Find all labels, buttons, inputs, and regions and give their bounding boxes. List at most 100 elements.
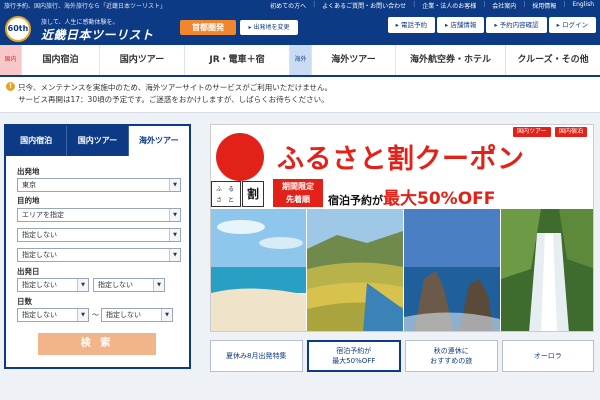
tile-label: 秋の連休におすすめの旅 bbox=[430, 346, 472, 366]
nav-overseas-tour[interactable]: 海外ツアー bbox=[312, 45, 396, 75]
tile-line-1: 秋の連休に bbox=[433, 347, 469, 355]
nav-overseas-air-hotel[interactable]: 海外航空券・ホテル bbox=[396, 45, 506, 75]
tab-overseas-tour[interactable]: 海外ツアー bbox=[128, 126, 189, 156]
domestic-tag: 国内 bbox=[0, 45, 22, 75]
tile-summer-feature[interactable]: 夏休み8月出発特集 bbox=[210, 340, 303, 372]
tile-label: オーロラ bbox=[533, 352, 562, 360]
phone-booking-link[interactable]: ▸ 電話予約 bbox=[387, 17, 435, 33]
furu-char-4: と bbox=[228, 197, 235, 204]
nav-cruise[interactable]: クルーズ・その他 bbox=[506, 45, 600, 75]
beach-sand bbox=[211, 288, 306, 331]
nav-domestic-stay[interactable]: 国内宿泊 bbox=[22, 45, 100, 75]
beach-cloud bbox=[217, 220, 265, 234]
phone-booking-label: 電話予約 bbox=[400, 21, 427, 29]
booking-check-label: 予約内容確認 bbox=[499, 21, 539, 29]
login-label: ログイン bbox=[562, 21, 588, 29]
offer-text: 宿泊予約が最大50%OFF bbox=[328, 184, 495, 209]
tile-stay-discount[interactable]: 宿泊予約が最大50%OFF bbox=[306, 340, 401, 372]
furusato-mark: ふ る さ と bbox=[211, 181, 241, 207]
destination-label: 目的地 bbox=[17, 196, 40, 205]
days-to-select[interactable]: 指定しない ▼ bbox=[101, 308, 173, 322]
search-panel: 国内宿泊 国内ツアー 海外ツアー 出発地 東京 ▼ 目的地 エリアを指定 ▼ 指定し… bbox=[4, 124, 191, 369]
tile-line-2: おすすめの旅 bbox=[430, 357, 473, 365]
company-link[interactable]: 会社案内 bbox=[492, 1, 516, 10]
promo-banner[interactable]: 国内ツアー 国内宿泊 ふるさと割クーポン ふ る さ と 割 期間限定 先着順 … bbox=[210, 124, 594, 332]
first-time-link[interactable]: 初めての方へ bbox=[270, 1, 306, 10]
chevron-down-icon: ▼ bbox=[77, 309, 88, 321]
search-button[interactable]: 検 索 bbox=[38, 333, 156, 355]
coast-sky bbox=[404, 209, 500, 269]
furu-char-3: さ bbox=[216, 197, 223, 204]
separator: | bbox=[483, 1, 486, 8]
departure-value: 東京 bbox=[22, 181, 36, 189]
chevron-down-icon: ▼ bbox=[161, 309, 172, 321]
chevron-down-icon: ▼ bbox=[169, 209, 180, 221]
english-link[interactable]: English bbox=[572, 1, 594, 10]
recruit-link[interactable]: 採用情報 bbox=[532, 1, 556, 10]
area-value: エリアを指定 bbox=[22, 211, 64, 219]
furu-char-2: る bbox=[228, 186, 235, 193]
separator: | bbox=[523, 1, 526, 8]
tile-line-2: 最大50%OFF bbox=[332, 357, 376, 365]
chevron-down-icon: ▼ bbox=[169, 179, 180, 191]
days-to-value: 指定しない bbox=[106, 311, 141, 319]
booking-check-link[interactable]: ▸ 予約内容確認 bbox=[486, 17, 547, 33]
tile-aurora[interactable]: オーロラ bbox=[501, 340, 594, 372]
terraced-fields-photo bbox=[307, 209, 403, 331]
tile-autumn-holiday[interactable]: 秋の連休におすすめの旅 bbox=[405, 340, 498, 372]
area-select[interactable]: エリアを指定 ▼ bbox=[17, 208, 181, 222]
departure-select[interactable]: 東京 ▼ bbox=[17, 178, 181, 192]
nav-domestic-tour[interactable]: 国内ツアー bbox=[100, 45, 185, 75]
tab-domestic-stay[interactable]: 国内宿泊 bbox=[6, 126, 68, 156]
separator: | bbox=[413, 1, 416, 8]
store-info-link[interactable]: ▸ 店舗情報 bbox=[436, 17, 485, 33]
banner-tag-domestic-tour: 国内ツアー bbox=[513, 127, 551, 137]
limited-line-2: 先着順 bbox=[286, 195, 310, 204]
tile-line-1: 宿泊予約が bbox=[336, 347, 372, 355]
limited-line-1: 期間限定 bbox=[282, 182, 314, 191]
chevron-down-icon: ▼ bbox=[153, 279, 164, 291]
region-change-label: 出発地を変更 bbox=[253, 24, 290, 31]
limited-badge: 期間限定 先着順 bbox=[273, 179, 323, 207]
rising-sun-icon bbox=[216, 133, 264, 181]
tab-domestic-tour[interactable]: 国内ツアー bbox=[67, 126, 129, 156]
date-month-select[interactable]: 指定しない ▼ bbox=[17, 278, 89, 292]
corporate-link[interactable]: 企業・法人のお客様 bbox=[422, 1, 476, 10]
days-from-value: 指定しない bbox=[22, 311, 57, 319]
date-day-select[interactable]: 指定しない ▼ bbox=[93, 278, 165, 292]
beach-cloud bbox=[259, 237, 303, 249]
login-link[interactable]: ▸ ログイン bbox=[548, 17, 596, 33]
badge-text: 60th bbox=[7, 24, 29, 33]
region-button[interactable]: 首都圏発 bbox=[180, 20, 236, 35]
site-logo[interactable]: 60th 旅して、人生に感動体験を。 近畿日本ツーリスト bbox=[5, 15, 173, 43]
site-header: 60th 旅して、人生に感動体験を。 近畿日本ツーリスト 首都圏発 ▸ 出発地を… bbox=[0, 12, 600, 45]
region-change-button[interactable]: ▸ 出発地を変更 bbox=[240, 20, 298, 35]
logo-name: 近畿日本ツーリスト bbox=[41, 28, 154, 42]
warning-icon: ! bbox=[6, 82, 15, 91]
wari-mark: 割 bbox=[242, 181, 264, 207]
search-tabs: 国内宿泊 国内ツアー 海外ツアー bbox=[6, 126, 189, 156]
offer-highlight: 最大50%OFF bbox=[383, 189, 496, 209]
furu-char-1: ふ bbox=[216, 186, 223, 193]
chevron-down-icon: ▼ bbox=[169, 249, 180, 261]
days-from-select[interactable]: 指定しない ▼ bbox=[17, 308, 89, 322]
maintenance-notice: ! 只今、メンテナンスを実施中のため、海外ツアーサイトのサービスがご利用いただけ… bbox=[0, 77, 600, 113]
days-label: 日数 bbox=[17, 297, 32, 306]
header-links: ▸ 電話予約 ▸ 店舗情報 ▸ 予約内容確認 ▸ ログイン bbox=[387, 17, 596, 33]
country-select[interactable]: 指定しない ▼ bbox=[17, 228, 181, 242]
city-select[interactable]: 指定しない ▼ bbox=[17, 248, 181, 262]
date-day-value: 指定しない bbox=[98, 281, 133, 289]
days-tilde: 〜 bbox=[92, 311, 99, 319]
departure-label: 出発地 bbox=[17, 167, 40, 176]
site-tagline: 旅行予約、国内旅行、海外旅行なら「近畿日本ツーリスト」 bbox=[4, 3, 167, 10]
feature-tiles: 夏休み8月出発特集 宿泊予約が最大50%OFF 秋の連休におすすめの旅 オーロラ bbox=[210, 340, 594, 372]
banner-tag-domestic-stay: 国内宿泊 bbox=[555, 127, 588, 137]
city-value: 指定しない bbox=[22, 251, 57, 259]
top-bar: 旅行予約、国内旅行、海外旅行なら「近畿日本ツーリスト」 初めての方へ | よくあ… bbox=[0, 0, 600, 12]
chevron-down-icon: ▼ bbox=[169, 229, 180, 241]
tile-label: 宿泊予約が最大50%OFF bbox=[332, 346, 375, 366]
faq-link[interactable]: よくあるご質問・お問い合わせ bbox=[322, 1, 406, 10]
anniversary-badge-icon: 60th bbox=[5, 16, 31, 42]
main-nav: 国内 国内宿泊 国内ツアー JR・電車＋宿 海外 海外ツアー 海外航空券・ホテル… bbox=[0, 45, 600, 77]
nav-jr-hotel[interactable]: JR・電車＋宿 bbox=[185, 45, 290, 75]
